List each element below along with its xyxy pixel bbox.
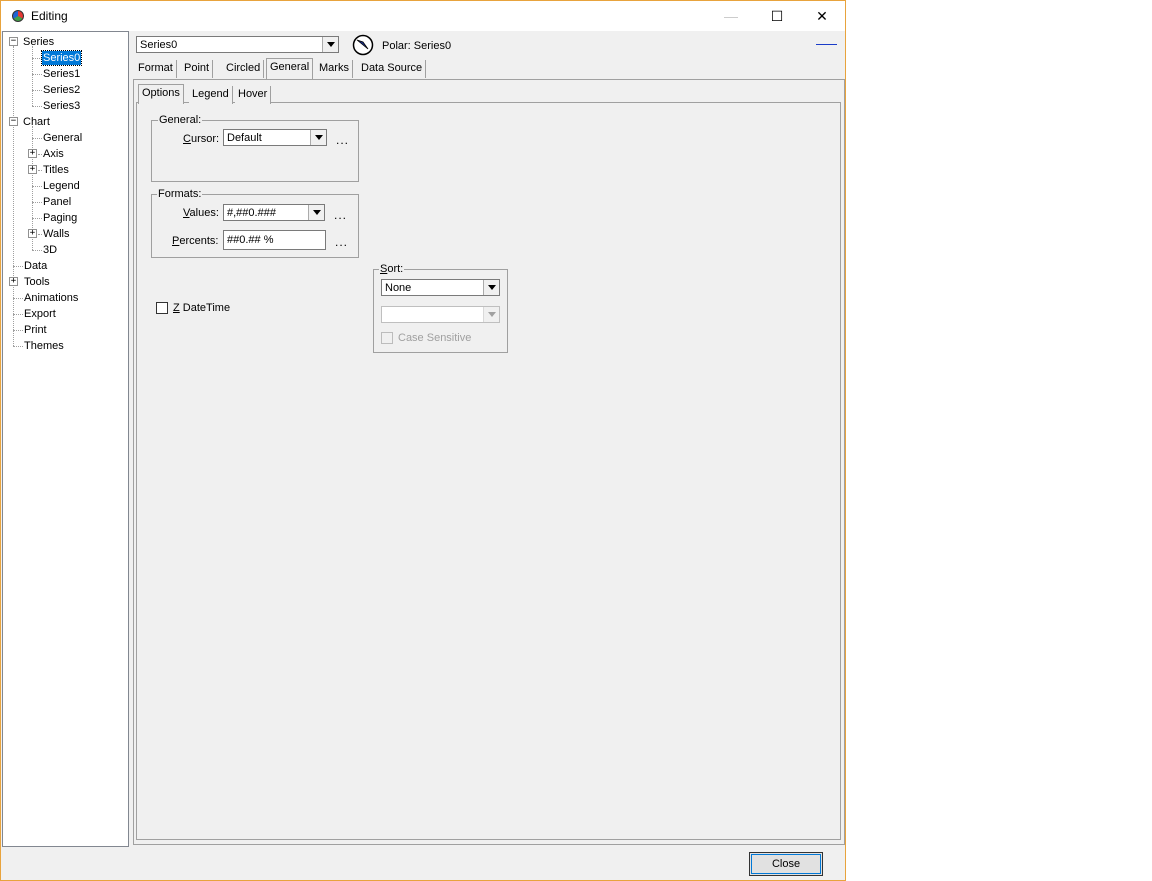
tree-item-themes[interactable]: Themes: [24, 339, 64, 353]
percents-format-input[interactable]: ##0.## %: [223, 230, 326, 250]
tab-options[interactable]: Options: [138, 84, 184, 104]
tree-item-print[interactable]: Print: [24, 323, 47, 337]
tab-circled[interactable]: Circled: [223, 60, 265, 78]
sort-group-title: Sort:: [379, 263, 405, 276]
tree-item-export[interactable]: Export: [24, 307, 56, 321]
tree-item-chart[interactable]: Chart: [23, 115, 50, 129]
window-title: Editing: [31, 9, 68, 23]
maximize-button[interactable]: ☐: [754, 1, 800, 31]
navigation-tree[interactable]: − Series Series0 Series1 Series2 Series3…: [2, 31, 129, 847]
tab-data-source[interactable]: Data Source: [358, 60, 427, 78]
formats-group-title: Formats:: [157, 188, 203, 201]
tree-item-3d[interactable]: 3D: [43, 243, 57, 257]
tab-marks[interactable]: Marks: [316, 60, 353, 78]
editor-window: Editing — ☐ ✕ − Series Series0 Series1 S…: [0, 0, 846, 881]
axis-expand-toggle[interactable]: +: [28, 149, 37, 158]
polar-series-icon[interactable]: [352, 34, 374, 56]
percents-label: Percents:: [172, 235, 219, 247]
sort-order-value: None: [385, 282, 412, 294]
tab-point[interactable]: Point: [181, 60, 214, 78]
cursor-label: Cursor:: [183, 133, 220, 145]
sort-field-select[interactable]: [381, 306, 500, 323]
tab-format[interactable]: Format: [135, 60, 177, 78]
tree-item-axis[interactable]: Axis: [43, 147, 64, 161]
percents-format-value: ##0.## %: [227, 234, 274, 246]
z-datetime-checkbox[interactable]: [156, 302, 168, 314]
chart-collapse-toggle[interactable]: −: [9, 117, 18, 126]
sub-tab-strip: Options Legend Hover: [138, 84, 298, 104]
tab-legend[interactable]: Legend: [189, 86, 233, 104]
walls-expand-toggle[interactable]: +: [28, 229, 37, 238]
tab-hover[interactable]: Hover: [235, 86, 272, 104]
tree-item-panel[interactable]: Panel: [43, 195, 71, 209]
series-line-color-indicator[interactable]: [816, 44, 837, 45]
tree-item-titles[interactable]: Titles: [43, 163, 69, 177]
tree-item-series1[interactable]: Series1: [43, 67, 80, 81]
values-format-more-button[interactable]: ...: [334, 209, 347, 221]
tree-item-series0[interactable]: Series0: [40, 50, 83, 66]
titles-expand-toggle[interactable]: +: [28, 165, 37, 174]
cursor-more-button[interactable]: ...: [336, 134, 349, 146]
close-button[interactable]: Close: [749, 852, 823, 876]
series-select-value: Series0: [140, 39, 178, 51]
chevron-down-icon[interactable]: [483, 307, 499, 322]
close-window-button[interactable]: ✕: [799, 1, 845, 31]
z-datetime-label[interactable]: Z DateTime: [173, 301, 230, 315]
tree-item-paging[interactable]: Paging: [43, 211, 77, 225]
tree-item-animations[interactable]: Animations: [24, 291, 78, 305]
series-collapse-toggle[interactable]: −: [9, 37, 18, 46]
tree-item-walls[interactable]: Walls: [43, 227, 69, 241]
cursor-select[interactable]: Default: [223, 129, 327, 146]
tab-general[interactable]: General: [266, 58, 314, 79]
tree-item-series3[interactable]: Series3: [43, 99, 80, 113]
sort-order-select[interactable]: None: [381, 279, 500, 296]
tree-item-legend[interactable]: Legend: [43, 179, 80, 193]
chevron-down-icon[interactable]: [308, 205, 324, 220]
cursor-select-value: Default: [227, 132, 262, 144]
general-group-title: General:: [158, 114, 203, 127]
tree-item-data[interactable]: Data: [24, 259, 47, 273]
title-bar: Editing — ☐ ✕: [1, 1, 845, 31]
case-sensitive-label[interactable]: Case Sensitive: [398, 331, 471, 345]
series-select[interactable]: Series0: [136, 36, 339, 53]
chevron-down-icon[interactable]: [483, 280, 499, 295]
case-sensitive-checkbox[interactable]: [381, 332, 393, 344]
values-format-value: #,##0.###: [227, 207, 276, 219]
values-label: Values:: [183, 207, 219, 219]
tree-item-general[interactable]: General: [43, 131, 82, 145]
minimize-button[interactable]: —: [708, 1, 754, 31]
main-tab-strip: Format Point Circled General Marks Data …: [135, 58, 435, 79]
tree-item-series2[interactable]: Series2: [43, 83, 80, 97]
teechart-app-icon: [12, 10, 24, 22]
chevron-down-icon[interactable]: [322, 37, 338, 52]
tree-item-series[interactable]: Series: [23, 35, 54, 49]
percents-format-more-button[interactable]: ...: [335, 236, 348, 248]
series-caption: Polar: Series0: [382, 40, 452, 52]
values-format-select[interactable]: #,##0.###: [223, 204, 325, 221]
tree-item-tools[interactable]: Tools: [24, 275, 50, 289]
tools-expand-toggle[interactable]: +: [9, 277, 18, 286]
chevron-down-icon[interactable]: [310, 130, 326, 145]
